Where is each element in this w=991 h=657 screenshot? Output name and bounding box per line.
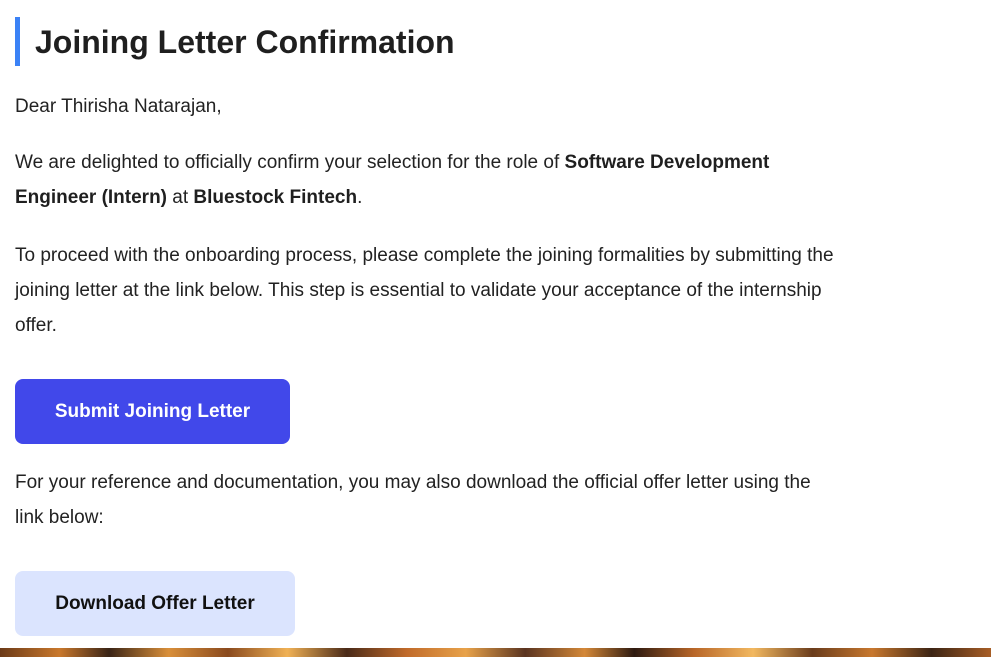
title-accent-bar: Joining Letter Confirmation [15, 17, 455, 66]
confirm-suffix: . [357, 187, 363, 208]
company-name: Bluestock Fintech [193, 187, 358, 208]
submit-joining-letter-button[interactable]: Submit Joining Letter [15, 379, 290, 444]
confirm-middle: at [167, 187, 194, 208]
page-title: Joining Letter Confirmation [35, 23, 455, 60]
footer-banner-image [0, 648, 991, 657]
confirm-prefix: We are delighted to officially confirm y… [15, 152, 565, 173]
greeting-text: Dear Thirisha Natarajan, [15, 96, 222, 117]
reference-text: For your reference and documentation, yo… [15, 472, 811, 528]
download-offer-letter-button[interactable]: Download Offer Letter [15, 571, 295, 636]
confirmation-paragraph: We are delighted to officially confirm y… [15, 145, 835, 215]
onboarding-instructions: To proceed with the onboarding process, … [15, 245, 834, 336]
